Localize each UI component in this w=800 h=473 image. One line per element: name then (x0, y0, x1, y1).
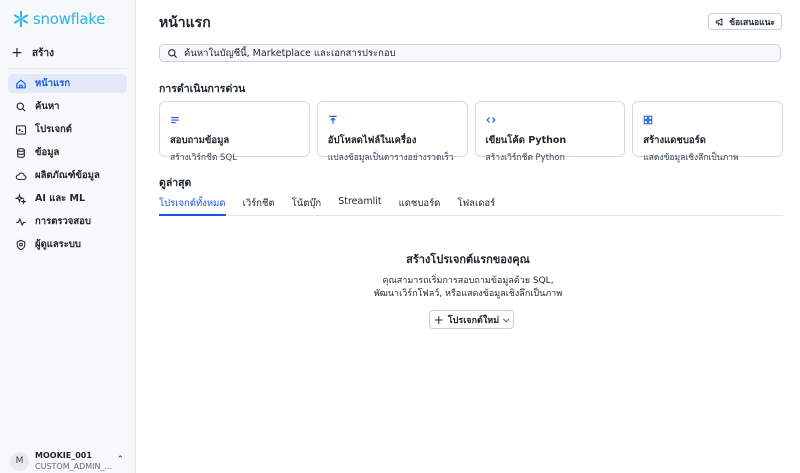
user-menu[interactable]: M MOOKIE_001 CUSTOM_ADMIN_... ⌃ (10, 450, 128, 472)
database-icon (17, 147, 25, 158)
card-title: อัปโหลดไฟล์ในเครื่อง (327, 135, 417, 146)
create-dashboard-card[interactable]: สร้างแดชบอร์ด แสดงข้อมูลเชิงลึกเป็นภาพ (632, 101, 783, 163)
sidebar-item-label: AI และ ML (35, 193, 86, 204)
empty-state-title: สร้างโปรเจกต์แรกของคุณ (406, 253, 530, 266)
sidebar-item-ai-ml[interactable]: AI และ ML (8, 189, 127, 208)
activity-icon (16, 217, 26, 226)
sidebar-item-home[interactable]: หน้าแรก (8, 74, 127, 93)
sidebar-item-label: โปรเจกต์ (35, 124, 72, 135)
sidebar-item-data[interactable]: ข้อมูล (8, 143, 127, 162)
sidebar-item-label: ค้นหา (35, 101, 60, 112)
sidebar-item-label: หน้าแรก (35, 78, 71, 89)
user-name: MOOKIE_001 (35, 451, 92, 460)
user-info: MOOKIE_001 CUSTOM_ADMIN_... (35, 450, 112, 472)
create-button[interactable]: + สร้าง (10, 44, 128, 62)
sparkle-icon (15, 192, 27, 205)
user-role: CUSTOM_ADMIN_... (35, 462, 113, 471)
sidebar-item-search[interactable]: ค้นหา (8, 97, 127, 116)
snowflake-icon (13, 10, 29, 28)
sidebar-divider (8, 68, 127, 69)
tab-all-projects[interactable]: โปรเจกต์ทั้งหมด (159, 196, 226, 216)
create-label: สร้าง (32, 47, 54, 59)
search-icon (16, 102, 26, 112)
page-title: หน้าแรก (159, 15, 211, 31)
python-code-card[interactable]: เขียนโค้ด Python สร้างเวิร์กชีต Python (474, 101, 626, 163)
card-subtitle: แปลงข้อมูลเป็นตารางอย่างรวดเร็ว (327, 153, 454, 163)
snowflake-logo[interactable]: snowflake (12, 10, 105, 28)
cloud-icon (15, 172, 27, 180)
empty-state-text: คุณสามารถเริ่มการสอบถามข้อมูลด้วย SQL, (382, 276, 554, 286)
tab-notebooks[interactable]: โน้ตบุ๊ก (292, 196, 322, 214)
sidebar-nav: หน้าแรก ค้นหา โปรเจกต์ ข้อมูล ผลิตภัณฑ์ข… (8, 74, 127, 258)
sidebar-item-admin[interactable]: ผู้ดูแลระบบ (8, 235, 127, 254)
avatar: M (10, 451, 29, 471)
main-content: หน้าแรก ข้อเสนอแนะ ค้นหาในบัญชีนี้, Mark… (136, 0, 800, 473)
recent-tabs: โปรเจกต์ทั้งหมด เวิร์กชีต โน้ตบุ๊ก Strea… (159, 196, 783, 216)
lines-icon (171, 116, 179, 124)
feedback-button[interactable]: ข้อเสนอแนะ (708, 13, 782, 30)
sidebar-item-label: ผู้ดูแลระบบ (35, 239, 81, 250)
new-project-label: โปรเจกต์ใหม่ (447, 315, 500, 326)
terminal-icon (15, 124, 27, 135)
brand-name: snowflake (33, 10, 106, 28)
search-icon (168, 48, 178, 58)
sidebar: snowflake + สร้าง หน้าแรก ค้นหา โปรเจกต์… (0, 0, 136, 473)
recent-title: ดูล่าสุด (159, 177, 192, 189)
tab-worksheets[interactable]: เวิร์กชีต (243, 196, 275, 214)
upload-icon (329, 115, 337, 124)
card-title: สร้างแดชบอร์ด (643, 135, 706, 146)
sidebar-item-label: ผลิตภัณฑ์ข้อมูล (35, 170, 100, 181)
search-placeholder: ค้นหาในบัญชีนี้, Marketplace และเอกสารปร… (184, 47, 396, 59)
card-subtitle: สร้างเวิร์กชีต SQL (170, 153, 237, 163)
card-title: เขียนโค้ด Python (485, 135, 567, 146)
query-data-card[interactable]: สอบถามข้อมูล สร้างเวิร์กชีต SQL (159, 101, 310, 163)
tab-streamlit[interactable]: Streamlit (338, 196, 381, 214)
tab-folders[interactable]: โฟลเดอร์ (457, 196, 495, 214)
sidebar-item-monitoring[interactable]: การตรวจสอบ (8, 212, 127, 231)
new-project-button[interactable]: + โปรเจกต์ใหม่ ⌵ (429, 310, 514, 329)
feedback-label: ข้อเสนอแนะ (729, 17, 775, 28)
sidebar-item-projects[interactable]: โปรเจกต์ (8, 120, 127, 139)
quick-actions-title: การดำเนินการด่วน (159, 83, 246, 95)
grid-icon (644, 115, 653, 125)
chevron-up-icon: ⌃ (116, 455, 124, 465)
card-title: สอบถามข้อมูล (170, 135, 230, 146)
sidebar-item-data-products[interactable]: ผลิตภัณฑ์ข้อมูล (8, 166, 127, 185)
chevron-down-icon: ⌵ (503, 314, 510, 324)
tab-dashboards[interactable]: แดชบอร์ด (399, 196, 441, 214)
upload-file-card[interactable]: อัปโหลดไฟล์ในเครื่อง แปลงข้อมูลเป็นตาราง… (316, 101, 468, 163)
plus-icon: + (433, 312, 444, 327)
sidebar-item-label: ข้อมูล (35, 147, 60, 158)
home-icon (16, 79, 26, 88)
sidebar-item-label: การตรวจสอบ (35, 216, 91, 227)
plus-icon: + (11, 45, 23, 61)
quick-actions: สอบถามข้อมูล สร้างเวิร์กชีต SQL อัปโหลดไ… (159, 101, 783, 163)
code-icon (486, 117, 495, 123)
shield-icon (16, 239, 26, 250)
empty-state-text: พัฒนาเวิร์กโฟลว์, หรือแสดงข้อมูลเชิงลึกเ… (373, 289, 563, 299)
search-input[interactable]: ค้นหาในบัญชีนี้, Marketplace และเอกสารปร… (159, 44, 781, 62)
card-subtitle: แสดงข้อมูลเชิงลึกเป็นภาพ (643, 153, 739, 163)
card-subtitle: สร้างเวิร์กชีต Python (485, 153, 566, 163)
megaphone-icon (716, 17, 723, 26)
